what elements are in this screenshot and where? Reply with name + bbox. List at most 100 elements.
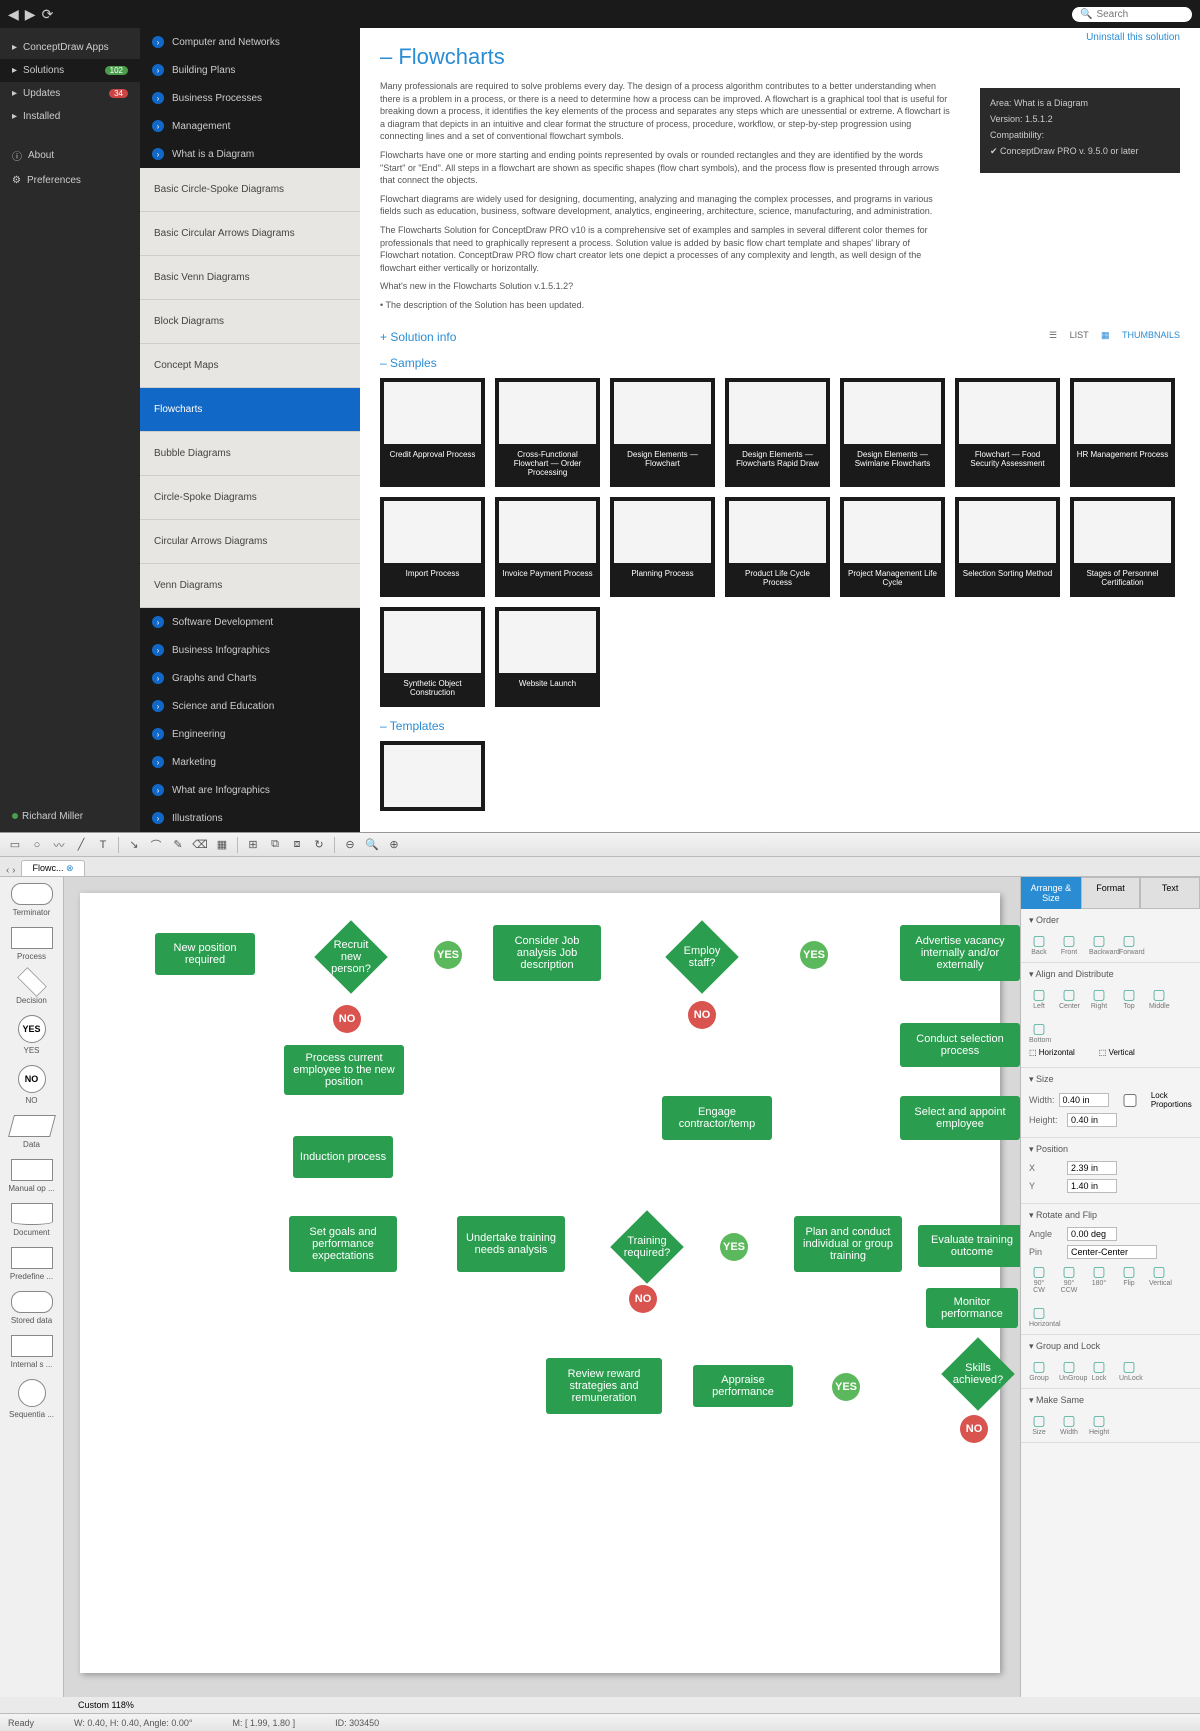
zoom-level[interactable]: Custom 118% bbox=[78, 1700, 134, 1710]
category-item[interactable]: ›Management bbox=[140, 112, 360, 140]
props-action-icon[interactable]: ▢Middle bbox=[1149, 986, 1169, 1010]
props-action-icon[interactable]: ▢Forward bbox=[1119, 932, 1139, 956]
pen-tool-icon[interactable]: ✎ bbox=[171, 838, 185, 852]
nav-item[interactable]: ▸ConceptDraw Apps bbox=[0, 36, 140, 59]
sample-thumb[interactable]: Invoice Payment Process bbox=[495, 497, 600, 597]
category-item[interactable]: ›Business Processes bbox=[140, 84, 360, 112]
props-action-icon[interactable]: ▢Width bbox=[1059, 1412, 1079, 1436]
curve-tool-icon[interactable]: 〰 bbox=[52, 838, 66, 852]
sample-thumb[interactable]: Design Elements — Swimlane Flowcharts bbox=[840, 378, 945, 487]
subcategory-item[interactable]: Concept Maps bbox=[140, 344, 360, 388]
category-item[interactable]: ›Computer and Networks bbox=[140, 28, 360, 56]
category-item[interactable]: ›Business Infographics bbox=[140, 636, 360, 664]
tab-nav-icon[interactable]: ‹ › bbox=[6, 865, 15, 876]
props-action-icon[interactable]: ▢Lock bbox=[1089, 1358, 1109, 1382]
palette-shape[interactable]: YESYES bbox=[6, 1015, 57, 1055]
tab-close-icon[interactable]: ⊗ bbox=[66, 863, 74, 873]
flowchart-decision[interactable]: Employ staff? bbox=[665, 920, 739, 994]
props-tab[interactable]: Text bbox=[1140, 877, 1200, 909]
view-thumbs-button[interactable]: ▦ THUMBNAILS bbox=[1101, 330, 1180, 340]
props-action-icon[interactable]: ▢Left bbox=[1029, 986, 1049, 1010]
flowchart-connector[interactable]: YES bbox=[434, 941, 462, 969]
search-input[interactable] bbox=[1096, 9, 1186, 20]
props-tab[interactable]: Format bbox=[1081, 877, 1141, 909]
props-action-icon[interactable]: ▢180° bbox=[1089, 1263, 1109, 1294]
props-action-icon[interactable]: ▢Front bbox=[1059, 932, 1079, 956]
angle-input[interactable] bbox=[1067, 1227, 1117, 1241]
eraser-tool-icon[interactable]: ⌫ bbox=[193, 838, 207, 852]
props-action-icon[interactable]: ▢Center bbox=[1059, 986, 1079, 1010]
subcategory-item[interactable]: Flowcharts bbox=[140, 388, 360, 432]
flowchart-connector[interactable]: NO bbox=[960, 1415, 988, 1443]
sample-thumb[interactable]: Cross-Functional Flowchart — Order Proce… bbox=[495, 378, 600, 487]
nav-item[interactable]: ▸Updates34 bbox=[0, 82, 140, 105]
lock-proportions-checkbox[interactable] bbox=[1113, 1094, 1147, 1107]
flowchart-decision[interactable]: Recruit new person? bbox=[314, 920, 388, 994]
category-item[interactable]: ›Software Development bbox=[140, 608, 360, 636]
palette-shape[interactable]: Decision bbox=[6, 971, 57, 1005]
palette-shape[interactable]: Data bbox=[6, 1115, 57, 1149]
sample-thumb[interactable]: Selection Sorting Method bbox=[955, 497, 1060, 597]
templates-header[interactable]: – Templates bbox=[380, 719, 1180, 733]
template-thumb[interactable] bbox=[380, 741, 485, 811]
pointer-tool-icon[interactable]: ▭ bbox=[8, 838, 22, 852]
view-list-button[interactable]: ☰ LIST bbox=[1049, 330, 1088, 340]
palette-shape[interactable]: Predefine ... bbox=[6, 1247, 57, 1281]
sample-thumb[interactable]: Import Process bbox=[380, 497, 485, 597]
text-tool-icon[interactable]: T bbox=[96, 838, 110, 852]
flowchart-connector[interactable]: YES bbox=[832, 1373, 860, 1401]
flowchart-process[interactable]: Conduct selection process bbox=[900, 1023, 1020, 1067]
category-item[interactable]: ›Science and Education bbox=[140, 692, 360, 720]
flowchart-process[interactable]: Process current employee to the new posi… bbox=[284, 1045, 404, 1095]
category-item[interactable]: ›Marketing bbox=[140, 748, 360, 776]
zoom-out-icon[interactable]: ⊖ bbox=[343, 838, 357, 852]
refresh-icon[interactable]: ⟳ bbox=[42, 6, 54, 23]
nav-back-icon[interactable]: ◀ bbox=[8, 6, 19, 23]
props-action-icon[interactable]: ▢Backward bbox=[1089, 932, 1109, 956]
palette-shape[interactable]: Terminator bbox=[6, 883, 57, 917]
connector-tool-icon[interactable]: ↘ bbox=[127, 838, 141, 852]
subcategory-item[interactable]: Basic Circular Arrows Diagrams bbox=[140, 212, 360, 256]
flowchart-process[interactable]: Consider Job analysis Job description bbox=[493, 925, 601, 981]
flowchart-connector[interactable]: YES bbox=[800, 941, 828, 969]
sample-thumb[interactable]: Design Elements — Flowchart bbox=[610, 378, 715, 487]
palette-shape[interactable]: NONO bbox=[6, 1065, 57, 1105]
flowchart-process[interactable]: Select and appoint employee bbox=[900, 1096, 1020, 1140]
props-action-icon[interactable]: ▢UnLock bbox=[1119, 1358, 1139, 1382]
rotate-tool-icon[interactable]: ↻ bbox=[312, 838, 326, 852]
sample-thumb[interactable]: Website Launch bbox=[495, 607, 600, 707]
flowchart-decision[interactable]: Skills achieved? bbox=[941, 1337, 1015, 1411]
height-input[interactable] bbox=[1067, 1113, 1117, 1127]
sample-thumb[interactable]: Credit Approval Process bbox=[380, 378, 485, 487]
flowchart-process[interactable]: Engage contractor/temp bbox=[662, 1096, 772, 1140]
nav-item[interactable]: ▸Installed bbox=[0, 105, 140, 128]
flowchart-process[interactable]: Monitor performance bbox=[926, 1288, 1018, 1328]
width-input[interactable] bbox=[1059, 1093, 1109, 1107]
subcategory-item[interactable]: Bubble Diagrams bbox=[140, 432, 360, 476]
group-tool-icon[interactable]: ⧉ bbox=[268, 838, 282, 852]
samples-header[interactable]: – Samples bbox=[380, 356, 1180, 370]
flowchart-process[interactable]: Undertake training needs analysis bbox=[457, 1216, 565, 1272]
pin-input[interactable] bbox=[1067, 1245, 1157, 1259]
arc-tool-icon[interactable]: ⌒ bbox=[149, 838, 163, 852]
line-tool-icon[interactable]: ╱ bbox=[74, 838, 88, 852]
flowchart-process[interactable]: Plan and conduct individual or group tra… bbox=[794, 1216, 902, 1272]
palette-shape[interactable]: Manual op ... bbox=[6, 1159, 57, 1193]
sample-thumb[interactable]: Design Elements — Flowcharts Rapid Draw bbox=[725, 378, 830, 487]
subcategory-item[interactable]: Block Diagrams bbox=[140, 300, 360, 344]
zoom-in-icon[interactable]: ⊕ bbox=[387, 838, 401, 852]
flowchart-process[interactable]: Advertise vacancy internally and/or exte… bbox=[900, 925, 1020, 981]
category-item[interactable]: ›Engineering bbox=[140, 720, 360, 748]
props-action-icon[interactable]: ▢Size bbox=[1029, 1412, 1049, 1436]
props-action-icon[interactable]: ▢Group bbox=[1029, 1358, 1049, 1382]
palette-shape[interactable]: Process bbox=[6, 927, 57, 961]
nav-about[interactable]: ⓘ About bbox=[0, 142, 140, 169]
palette-shape[interactable]: Sequentia ... bbox=[6, 1379, 57, 1419]
nav-preferences[interactable]: ⚙ Preferences bbox=[0, 169, 140, 192]
x-input[interactable] bbox=[1067, 1161, 1117, 1175]
props-action-icon[interactable]: ▢Top bbox=[1119, 986, 1139, 1010]
props-action-icon[interactable]: ▢Height bbox=[1089, 1412, 1109, 1436]
category-item[interactable]: ›Graphs and Charts bbox=[140, 664, 360, 692]
sample-thumb[interactable]: HR Management Process bbox=[1070, 378, 1175, 487]
zoom-tool-icon[interactable]: 🔍 bbox=[365, 838, 379, 852]
